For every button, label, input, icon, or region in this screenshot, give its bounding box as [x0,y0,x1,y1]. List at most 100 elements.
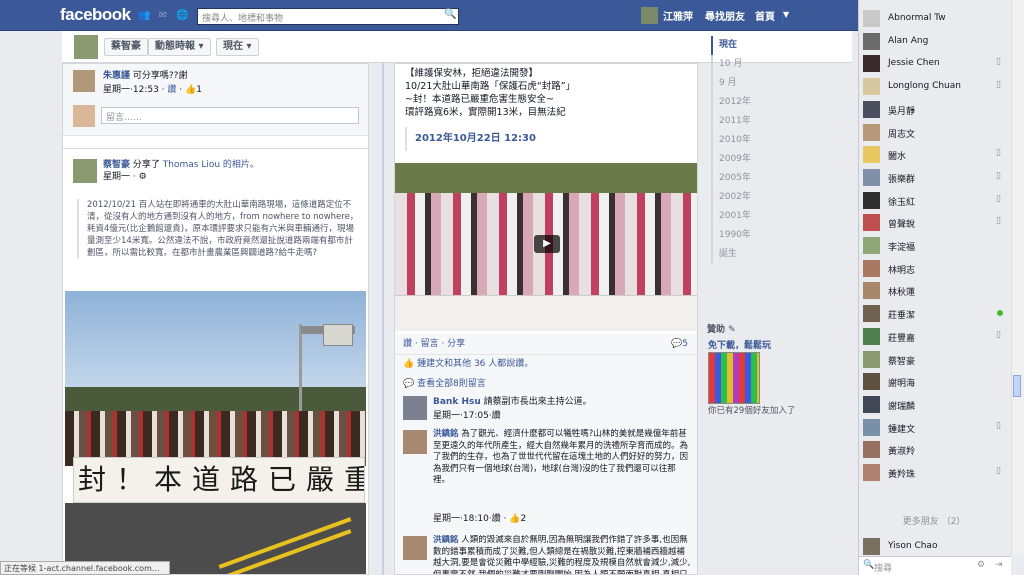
search-input[interactable]: 搜尋人、地標和事物 [197,8,459,25]
chat-friend-row[interactable]: 黃淑羚 [859,438,1009,460]
chat-friend-row[interactable]: 林秋蓮 [859,279,1009,301]
profile-avatar[interactable] [74,35,98,59]
search-icon[interactable]: 🔍 [444,9,456,20]
chat-friend-row[interactable]: 鍾建文 ▯ [859,416,1009,438]
friend-avatar [863,538,880,555]
comments-icon: 💬 [403,379,415,389]
timeline-nav-item[interactable]: 2010年 [711,131,791,150]
top-nav-bar: facebook 👥 ✉ 🌐 搜尋人、地標和事物 🔍 江雅萍 尋找朋友 首頁 ▼ [0,0,858,31]
comment-avatar[interactable] [403,430,427,454]
timeline-nav-item[interactable]: 2012年 [711,93,791,112]
post-author-avatar[interactable] [73,159,97,183]
chat-friend-row[interactable]: 張樂群 ▯ [859,166,1009,188]
timeline-nav-item[interactable]: 2001年 [711,207,791,226]
chat-friend-row[interactable]: 蔡智豪 [859,348,1009,370]
timeline-nav-item[interactable]: 1990年 [711,226,791,245]
messages-icon[interactable]: ✉ [157,10,169,21]
user-name-link[interactable]: 江雅萍 [663,8,693,23]
comment-author[interactable]: 洪鎮銘 [433,535,459,545]
comment-time: 星期一·18:10·讚 [433,514,501,524]
shared-source[interactable]: Thomas Liou 的相片。 [163,160,259,170]
timeline-nav-item[interactable]: 10 月 [711,55,791,74]
post-author[interactable]: 蔡智豪 [103,160,130,170]
chat-friend-row[interactable]: 黃羚珠 ▯ [859,461,1009,483]
chat-search-bar: 🔍 搜尋 ⚙ ⇥ [859,556,1011,575]
post-line-4: 環評路寬6米，實際開13米，目無法紀 [405,107,566,118]
timeline-nav-item[interactable]: 2002年 [711,188,791,207]
comment-meta: 星期一·12:53 · 讚 · 👍1 [103,85,202,95]
shared-body-text: 2012/10/21 百人站在即將通車的大肚山華南路現場，這條道路定位不清，從沒… [87,200,359,258]
chat-friend-row[interactable]: Alan Ang [859,30,1009,52]
mobile-icon: ▯ [996,329,1001,340]
profile-name-button[interactable]: 蔡智豪 [104,38,148,56]
chat-popout-icon[interactable]: ⇥ [995,560,1003,570]
friend-name: 黃淑羚 [888,447,916,458]
friend-avatar [863,10,880,27]
comment-avatar[interactable] [403,396,427,420]
ad-game-image[interactable] [708,352,760,404]
timeline-nav-item[interactable]: 9 月 [711,74,791,93]
privacy-icon: ⚙ [138,172,147,182]
timeline-nav-item[interactable]: 2009年 [711,150,791,169]
friend-avatar [863,259,880,277]
chat-friend-row[interactable]: Longlong Chuan ▯ [859,75,1009,97]
timeline-spine [382,63,384,575]
browser-scrollbar[interactable] [1011,0,1024,555]
friend-name: 李淀福 [888,243,916,253]
protest-road-photo[interactable]: 封！本道路已嚴重危 [65,291,366,574]
comment-author[interactable]: 洪鎮銘 [433,429,459,439]
likes-text[interactable]: 鍾建文和其他 36 人都說讚。 [417,359,533,369]
chat-friend-row[interactable]: 莊豐嘉 ▯ [859,325,1009,347]
post-line-3: ~封！本道路已嚴重危害生態安全~ [405,94,554,105]
chat-friend-row[interactable]: Jessie Chen ▯ [859,52,1009,74]
play-icon[interactable]: ▶ [534,235,560,253]
chat-friend-row[interactable]: 謝瑞麟 [859,393,1009,415]
chat-friend-row[interactable]: 吳月靜 [859,98,1009,120]
chat-friend-row[interactable]: 周志文 [859,121,1009,143]
notifications-icon[interactable]: 🌐 [176,10,188,21]
chat-friend-row[interactable]: 林明志 [859,257,1009,279]
comment-count[interactable]: 💬5 [671,338,688,350]
scrollbar-thumb[interactable] [1013,375,1021,397]
comment-input[interactable]: 留言…… [101,107,359,124]
chat-friend-row[interactable]: 徐玉紅 ▯ [859,189,1009,211]
chat-friend-row[interactable]: Yison Chao [859,535,1009,557]
home-link[interactable]: 首頁 [755,8,775,23]
chat-friend-row[interactable]: 曾聲銳 ▯ [859,211,1009,233]
chat-friend-row[interactable]: Abnormal Tw [859,7,1009,29]
chat-friend-row[interactable]: 闔水 ▯ [859,143,1009,165]
now-dropdown[interactable]: 現在 ▾ [216,38,259,56]
chat-search-input[interactable]: 搜尋 [874,561,892,574]
chat-friend-row[interactable]: 莊垂潔 [859,302,1009,324]
chat-options-icon[interactable]: ⚙ [977,560,985,570]
ad-edit-icon[interactable]: ✎ [728,325,736,335]
user-avatar[interactable] [641,7,658,24]
friend-avatar [863,100,880,118]
timeline-nav-item[interactable]: 誕生 [711,245,791,264]
comment-author[interactable]: 朱惠謹 [103,71,130,81]
friend-requests-icon[interactable]: 👥 [138,10,150,21]
friend-avatar [863,464,880,481]
friend-avatar [863,32,880,50]
comment-author[interactable]: Bank Hsu [433,397,481,407]
comment-like-link[interactable]: 讚 [167,85,176,95]
commenter-avatar[interactable] [73,70,95,92]
protest-video-thumbnail[interactable]: ▶ [395,163,697,331]
shared-quote: 2012/10/21 百人站在即將通車的大肚山華南路現場，這條道路定位不清，從沒… [77,199,359,259]
more-friends-label[interactable]: 更多朋友 （2） [859,514,1009,527]
ad-title[interactable]: 免下載，鬆鬆玩 [708,338,771,351]
facebook-logo[interactable]: facebook [60,5,131,25]
like-thumb-icon: 👍 [509,514,521,524]
view-all-comments[interactable]: 💬 查看全部8則留言 [403,378,486,390]
chat-friend-row[interactable]: 謝明海 [859,370,1009,392]
timeline-nav-item[interactable]: 現在 [711,36,791,55]
timeline-dropdown[interactable]: 動態時報 ▾ [148,38,211,56]
timeline-nav-item[interactable]: 2011年 [711,112,791,131]
timeline-nav-item[interactable]: 2005年 [711,169,791,188]
account-menu-icon[interactable]: ▼ [783,10,789,19]
comment-avatar[interactable] [403,536,427,560]
find-friends-link[interactable]: 尋找朋友 [705,8,745,23]
post-actions[interactable]: 讚 · 留言 · 分享 [403,338,465,350]
chat-friend-row[interactable]: 李淀福 [859,234,1009,256]
view-all-text[interactable]: 查看全部8則留言 [417,379,486,389]
